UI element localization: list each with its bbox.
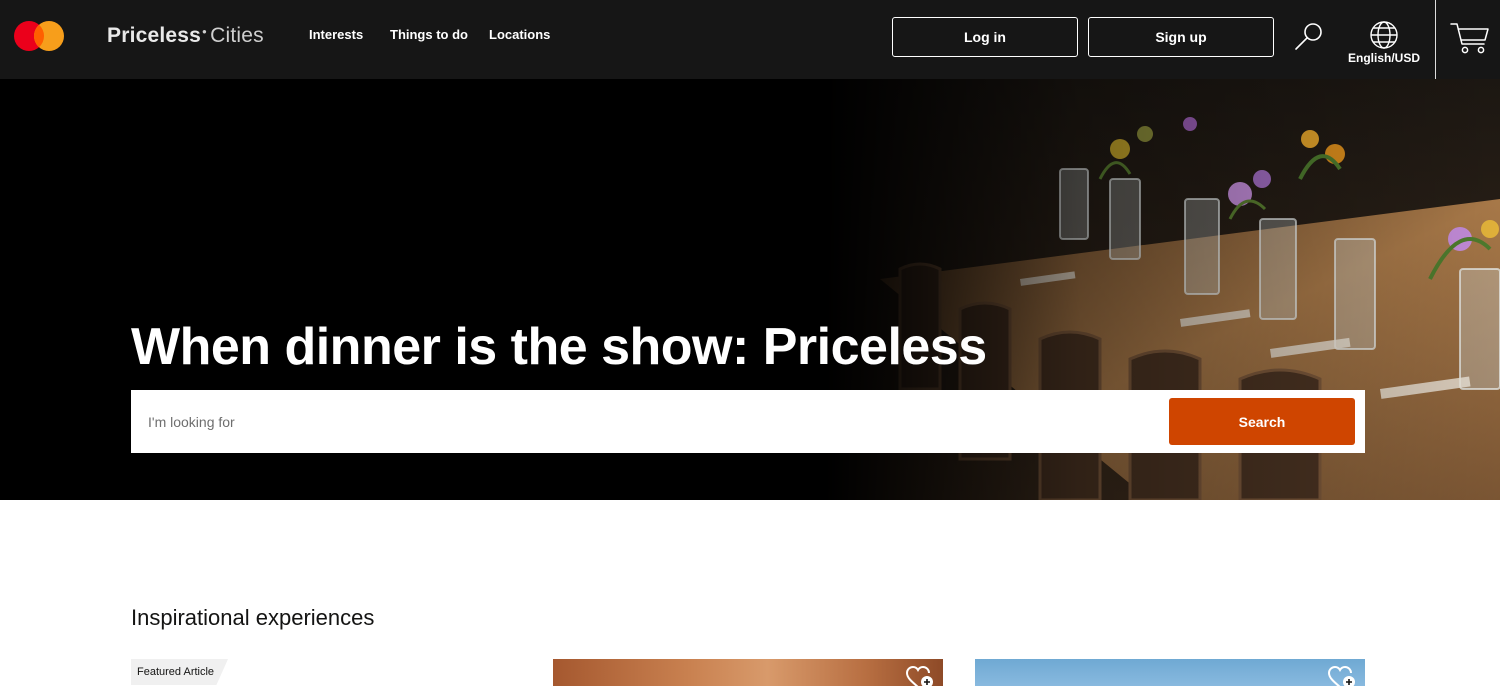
nav-things-to-do[interactable]: Things to do (390, 27, 468, 42)
experience-card[interactable]: Featured Article (131, 659, 521, 686)
nav-interests[interactable]: Interests (309, 27, 363, 42)
search-input[interactable] (131, 390, 1161, 453)
section-title: Inspirational experiences (131, 605, 375, 630)
experience-card[interactable] (553, 659, 943, 686)
heart-plus-icon[interactable] (905, 665, 935, 686)
site-header: Priceless● Cities Interests Things to do … (0, 0, 1500, 79)
brand-logo[interactable]: Priceless● Cities (107, 24, 264, 48)
search-button[interactable]: Search (1169, 398, 1355, 445)
search-bar: Search (131, 390, 1365, 453)
language-label: English/USD (1347, 51, 1420, 65)
nav-locations[interactable]: Locations (489, 27, 550, 42)
hero-title: When dinner is the show: Priceless (131, 318, 987, 376)
globe-icon (1370, 21, 1398, 49)
cart-icon[interactable] (1449, 20, 1491, 56)
featured-tag: Featured Article (131, 659, 229, 685)
header-divider (1435, 0, 1436, 79)
hero-banner: When dinner is the show: Priceless Searc… (0, 79, 1500, 500)
signup-button[interactable]: Sign up (1088, 17, 1274, 57)
login-button[interactable]: Log in (892, 17, 1078, 57)
brand-secondary: Cities (210, 24, 264, 47)
experience-card[interactable] (975, 659, 1365, 686)
search-icon[interactable] (1292, 20, 1326, 54)
language-selector[interactable]: English/USD (1340, 18, 1428, 68)
brand-primary: Priceless (107, 24, 202, 47)
mastercard-logo[interactable] (14, 20, 66, 52)
heart-plus-icon[interactable] (1327, 665, 1357, 686)
